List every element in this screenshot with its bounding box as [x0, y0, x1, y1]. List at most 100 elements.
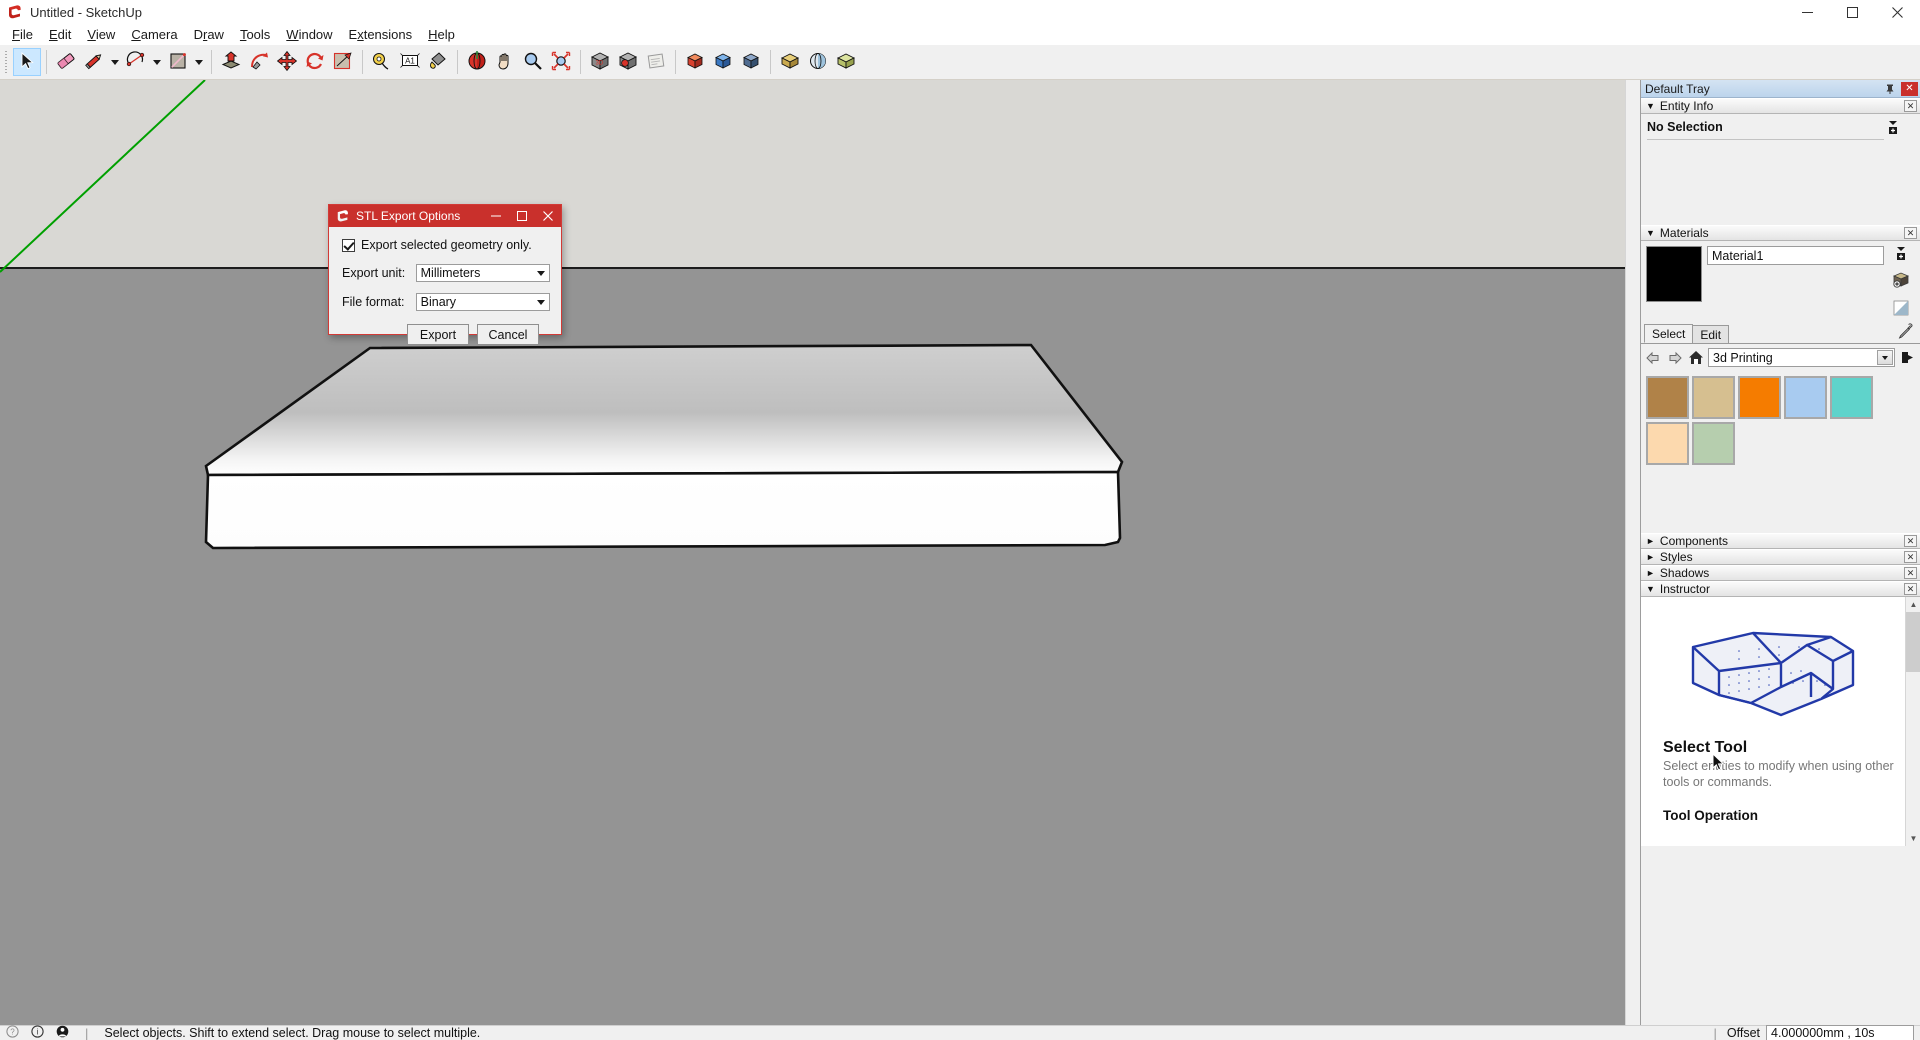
- rectangle-tool-dropdown[interactable]: [192, 48, 206, 76]
- move-tool-button[interactable]: [273, 48, 301, 76]
- swatch-sage[interactable]: [1692, 422, 1735, 465]
- select-tool-button[interactable]: [13, 48, 41, 76]
- zoom-tool-button[interactable]: [519, 48, 547, 76]
- zoom-extents-tool-button[interactable]: [547, 48, 575, 76]
- rotate-tool-button[interactable]: [301, 48, 329, 76]
- menu-draw[interactable]: Draw: [186, 25, 232, 44]
- current-material-swatch[interactable]: [1646, 246, 1702, 302]
- help-icon[interactable]: ?: [6, 1025, 19, 1040]
- menu-camera[interactable]: Camera: [123, 25, 185, 44]
- panel-shadows-close[interactable]: ✕: [1904, 567, 1917, 579]
- panel-instructor-header[interactable]: ▼ Instructor ✕: [1641, 581, 1920, 597]
- eraser-tool-button[interactable]: [52, 48, 80, 76]
- panel-styles-header[interactable]: ► Styles ✕: [1641, 549, 1920, 565]
- toolbar-grip[interactable]: [3, 49, 10, 75]
- model-slab-geometry[interactable]: [0, 80, 1656, 1025]
- menu-extensions[interactable]: Extensions: [341, 25, 421, 44]
- eyedropper-icon[interactable]: [1898, 323, 1914, 342]
- cancel-button[interactable]: Cancel: [477, 324, 539, 345]
- menu-file[interactable]: File: [4, 25, 41, 44]
- chevron-down-icon[interactable]: [1877, 350, 1893, 365]
- export-selected-geometry-checkbox[interactable]: [342, 238, 355, 252]
- swatch-brown[interactable]: [1646, 376, 1689, 419]
- export-selected-geometry-checkbox-row[interactable]: Export selected geometry only.: [342, 238, 550, 252]
- followme-tool-button[interactable]: [245, 48, 273, 76]
- details-arrow-icon[interactable]: [1899, 349, 1916, 366]
- tab-edit[interactable]: Edit: [1692, 325, 1730, 343]
- current-material-name-input[interactable]: Material1: [1707, 246, 1884, 265]
- panel-entity-info-header[interactable]: ▼ Entity Info ✕: [1641, 98, 1920, 114]
- panel-styles-close[interactable]: ✕: [1904, 551, 1917, 563]
- line-tool-dropdown[interactable]: [108, 48, 122, 76]
- dialog-minimize-button[interactable]: [483, 205, 509, 227]
- solid-tools-subtract-button[interactable]: [709, 48, 737, 76]
- create-material-icon[interactable]: [1892, 271, 1910, 292]
- pan-tool-button[interactable]: [491, 48, 519, 76]
- menu-help[interactable]: Help: [420, 25, 463, 44]
- swatch-peach[interactable]: [1646, 422, 1689, 465]
- swatch-orange[interactable]: [1738, 376, 1781, 419]
- scroll-down-arrow-icon[interactable]: ▼: [1906, 831, 1920, 846]
- menu-view[interactable]: View: [79, 25, 123, 44]
- panel-materials-close[interactable]: ✕: [1904, 227, 1917, 239]
- model-viewport[interactable]: [0, 80, 1656, 1025]
- expand-details-icon[interactable]: [1886, 120, 1900, 138]
- export-button[interactable]: Export: [407, 324, 469, 345]
- solid-tools-trim-button[interactable]: [737, 48, 765, 76]
- measurement-input[interactable]: 4.000000mm , 10s: [1766, 1024, 1914, 1040]
- info-icon[interactable]: i: [31, 1025, 44, 1040]
- sandbox-from-scratch-button[interactable]: [804, 48, 832, 76]
- panel-components-close[interactable]: ✕: [1904, 535, 1917, 547]
- material-library-select[interactable]: 3d Printing: [1708, 348, 1895, 367]
- share-model-button[interactable]: [614, 48, 642, 76]
- window-close-button[interactable]: [1875, 0, 1920, 24]
- sandbox-drape-button[interactable]: [832, 48, 860, 76]
- menu-tools[interactable]: Tools: [232, 25, 278, 44]
- panel-entity-info-close[interactable]: ✕: [1904, 100, 1917, 112]
- paint-bucket-tool-button[interactable]: [424, 48, 452, 76]
- arrow-forward-icon[interactable]: [1666, 349, 1683, 366]
- line-tool-button[interactable]: [80, 48, 108, 76]
- scroll-thumb[interactable]: [1906, 612, 1920, 672]
- pushpull-tool-button[interactable]: [217, 48, 245, 76]
- chevron-down-icon[interactable]: [532, 265, 549, 281]
- orbit-tool-button[interactable]: [463, 48, 491, 76]
- 3d-warehouse-button[interactable]: 3D: [586, 48, 614, 76]
- home-icon[interactable]: [1687, 349, 1704, 366]
- window-minimize-button[interactable]: [1785, 0, 1830, 24]
- arrow-back-icon[interactable]: [1645, 349, 1662, 366]
- text-tool-button[interactable]: A1: [396, 48, 424, 76]
- arc-tool-button[interactable]: [122, 48, 150, 76]
- swatch-teal[interactable]: [1830, 376, 1873, 419]
- swatch-tan[interactable]: [1692, 376, 1735, 419]
- file-format-select[interactable]: Binary: [415, 293, 550, 311]
- window-maximize-button[interactable]: [1830, 0, 1875, 24]
- extension-warehouse-button[interactable]: [642, 48, 670, 76]
- panel-materials-header[interactable]: ▼ Materials ✕: [1641, 225, 1920, 241]
- swatch-light-blue[interactable]: [1784, 376, 1827, 419]
- display-secondary-icon[interactable]: [1892, 299, 1910, 320]
- solid-tools-union-button[interactable]: [681, 48, 709, 76]
- menu-window[interactable]: Window: [278, 25, 340, 44]
- pin-icon[interactable]: [1882, 81, 1898, 97]
- tab-select[interactable]: Select: [1644, 324, 1694, 343]
- panel-components-header[interactable]: ► Components ✕: [1641, 533, 1920, 549]
- offset-tool-button[interactable]: [329, 48, 357, 76]
- panel-instructor-close[interactable]: ✕: [1904, 583, 1917, 595]
- viewport-vertical-scrollbar[interactable]: [1625, 80, 1640, 1025]
- dialog-close-button[interactable]: [535, 205, 561, 227]
- chevron-down-icon[interactable]: [532, 294, 549, 310]
- tape-measure-tool-button[interactable]: [368, 48, 396, 76]
- account-icon[interactable]: [56, 1025, 69, 1040]
- rectangle-tool-button[interactable]: [164, 48, 192, 76]
- menu-edit[interactable]: Edit: [41, 25, 79, 44]
- sandbox-from-contours-button[interactable]: [776, 48, 804, 76]
- export-unit-select[interactable]: Millimeters: [415, 264, 550, 282]
- scroll-up-arrow-icon[interactable]: ▲: [1906, 597, 1920, 612]
- arc-tool-dropdown[interactable]: [150, 48, 164, 76]
- expand-details-icon[interactable]: [1894, 246, 1908, 264]
- instructor-scrollbar[interactable]: ▲ ▼: [1905, 597, 1920, 846]
- dialog-maximize-button[interactable]: [509, 205, 535, 227]
- tray-close-button[interactable]: ✕: [1901, 81, 1918, 96]
- panel-shadows-header[interactable]: ► Shadows ✕: [1641, 565, 1920, 581]
